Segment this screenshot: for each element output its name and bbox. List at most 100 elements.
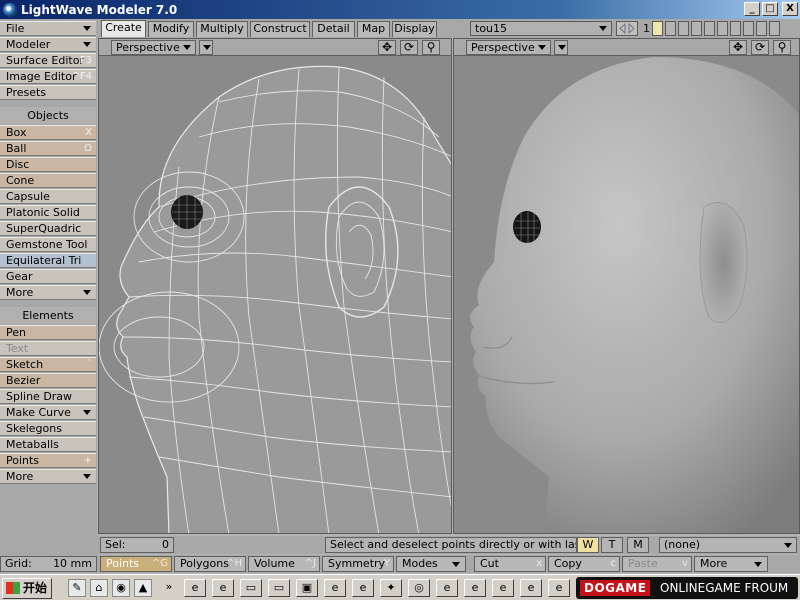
browser-icon[interactable]: ◉ (112, 579, 130, 597)
tab-create[interactable]: Create (101, 20, 146, 37)
layer-cell[interactable] (769, 21, 780, 36)
tool-modeler-button[interactable]: Modeler (0, 37, 96, 52)
task-lightwave-icon[interactable]: ✦ (380, 579, 402, 597)
tool-pen-button[interactable]: Pen (0, 325, 96, 340)
tool-label: Gear (6, 270, 33, 283)
shaded-canvas[interactable] (454, 57, 799, 533)
warning-icon[interactable]: ▲ (134, 579, 152, 597)
view-type-select-left[interactable]: Perspective (111, 40, 196, 55)
wtm-m-button[interactable]: M (627, 537, 649, 553)
tool-ball-button[interactable]: Ball O (0, 141, 96, 156)
view-type-select-right[interactable]: Perspective (466, 40, 551, 55)
tab-construct[interactable]: Construct (250, 21, 310, 37)
task-ie-icon[interactable]: e (492, 579, 514, 597)
edit-icon[interactable]: ✎ (68, 579, 86, 597)
tool-equilateral-tri-button[interactable]: Equilateral Tri (0, 253, 96, 268)
task-folder-icon[interactable]: ▭ (240, 579, 262, 597)
tool-sketch-button[interactable]: Sketch ` (0, 357, 96, 372)
tool-capsule-button[interactable]: Capsule (0, 189, 96, 204)
cmd-modes-button[interactable]: Modes (396, 556, 466, 572)
tool-disc-button[interactable]: Disc (0, 157, 96, 172)
tool-gear-button[interactable]: Gear (0, 269, 96, 284)
layer-cell[interactable] (730, 21, 741, 36)
minimize-button[interactable]: _ (744, 2, 760, 16)
object-selector[interactable]: tou15 (470, 21, 612, 36)
tool-metaballs-button[interactable]: Metaballs (0, 437, 96, 452)
tool-platonic-solid-button[interactable]: Platonic Solid (0, 205, 96, 220)
shortcut-label: + (83, 455, 92, 466)
tool-file-button[interactable]: File (0, 21, 96, 36)
close-button[interactable]: X (782, 2, 798, 16)
tool-superquadric-button[interactable]: SuperQuadric (0, 221, 96, 236)
wireframe-canvas[interactable] (99, 57, 451, 533)
layer-cell[interactable] (678, 21, 689, 36)
cmd-label: Copy (554, 557, 582, 570)
cmd-symmetry-button[interactable]: Symmetry Y (322, 556, 394, 572)
tab-display[interactable]: Display (392, 21, 437, 37)
render-mode-select-left[interactable] (199, 40, 213, 55)
tab-map[interactable]: Map (357, 21, 390, 37)
zoom-view-icon[interactable]: ⚲ (773, 40, 791, 55)
layer-prev-next[interactable] (616, 21, 638, 36)
tab-multiply[interactable]: Multiply (196, 21, 248, 37)
rotate-view-icon[interactable]: ⟳ (751, 40, 769, 55)
layer-cell[interactable] (691, 21, 702, 36)
task-app-icon[interactable]: ◎ (408, 579, 430, 597)
cmd-copy-button[interactable]: Copy c (548, 556, 620, 572)
tool-make-curve-button[interactable]: Make Curve (0, 405, 96, 420)
layer-cell[interactable] (665, 21, 676, 36)
tool-bezier-button[interactable]: Bezier (0, 373, 96, 388)
tool-gemstone-tool-button[interactable]: Gemstone Tool (0, 237, 96, 252)
cmd-more-button[interactable]: More (694, 556, 768, 572)
surface-selector[interactable]: (none) (659, 537, 797, 553)
maximize-button[interactable]: □ (762, 2, 778, 16)
tool-presets-button[interactable]: Presets (0, 85, 96, 100)
overflow-icon[interactable]: » (160, 579, 178, 597)
layer-cell[interactable] (756, 21, 767, 36)
tool-box-button[interactable]: Box X (0, 125, 96, 140)
cmd-points-button[interactable]: Points ^G (100, 556, 172, 572)
layer-cell[interactable] (652, 21, 663, 36)
task-ie-icon[interactable]: e (352, 579, 374, 597)
viewport-left[interactable]: Perspective ✥ ⟳ ⚲ (98, 38, 452, 534)
tool-image-editor-button[interactable]: Image Editor ^F4 (0, 69, 96, 84)
viewport-right[interactable]: Perspective ✥ ⟳ ⚲ (453, 38, 800, 534)
start-label: 开始 (23, 581, 48, 595)
objects-header: Objects (0, 107, 96, 124)
task-ie-icon[interactable]: e (548, 579, 570, 597)
cmd-polygons-button[interactable]: Polygons ^H (174, 556, 246, 572)
tool-more-button[interactable]: More (0, 469, 96, 484)
task-ie-icon[interactable]: e (324, 579, 346, 597)
task-ie-icon[interactable]: e (520, 579, 542, 597)
cmd-volume-button[interactable]: Volume ^J (248, 556, 320, 572)
render-mode-select-right[interactable] (554, 40, 568, 55)
zoom-view-icon[interactable]: ⚲ (422, 40, 440, 55)
sel-value: 0 (162, 538, 169, 551)
tool-spline-draw-button[interactable]: Spline Draw (0, 389, 96, 404)
layer-cell[interactable] (704, 21, 715, 36)
explorer-icon[interactable]: ⌂ (90, 579, 108, 597)
tab-modify[interactable]: Modify (148, 21, 194, 37)
move-view-icon[interactable]: ✥ (729, 40, 747, 55)
tool-skelegons-button[interactable]: Skelegons (0, 421, 96, 436)
task-ie-icon[interactable]: e (184, 579, 206, 597)
wtm-w-button[interactable]: W (577, 537, 599, 553)
wtm-t-button[interactable]: T (601, 537, 623, 553)
tab-detail[interactable]: Detail (312, 21, 355, 37)
tool-label: Points (6, 454, 40, 467)
task-ie-icon[interactable]: e (212, 579, 234, 597)
task-ie-icon[interactable]: e (436, 579, 458, 597)
tool-more-button[interactable]: More (0, 285, 96, 300)
start-button[interactable]: 开始 (2, 578, 52, 599)
layer-cell[interactable] (743, 21, 754, 36)
task-app-icon[interactable]: ▣ (296, 579, 318, 597)
move-view-icon[interactable]: ✥ (378, 40, 396, 55)
tool-points-button[interactable]: Points + (0, 453, 96, 468)
task-folder-icon[interactable]: ▭ (268, 579, 290, 597)
rotate-view-icon[interactable]: ⟳ (400, 40, 418, 55)
task-ie-icon[interactable]: e (464, 579, 486, 597)
layer-cell[interactable] (717, 21, 728, 36)
tool-cone-button[interactable]: Cone (0, 173, 96, 188)
tool-surface-editor-button[interactable]: Surface Editor F3 (0, 53, 96, 68)
cmd-cut-button[interactable]: Cut x (474, 556, 546, 572)
